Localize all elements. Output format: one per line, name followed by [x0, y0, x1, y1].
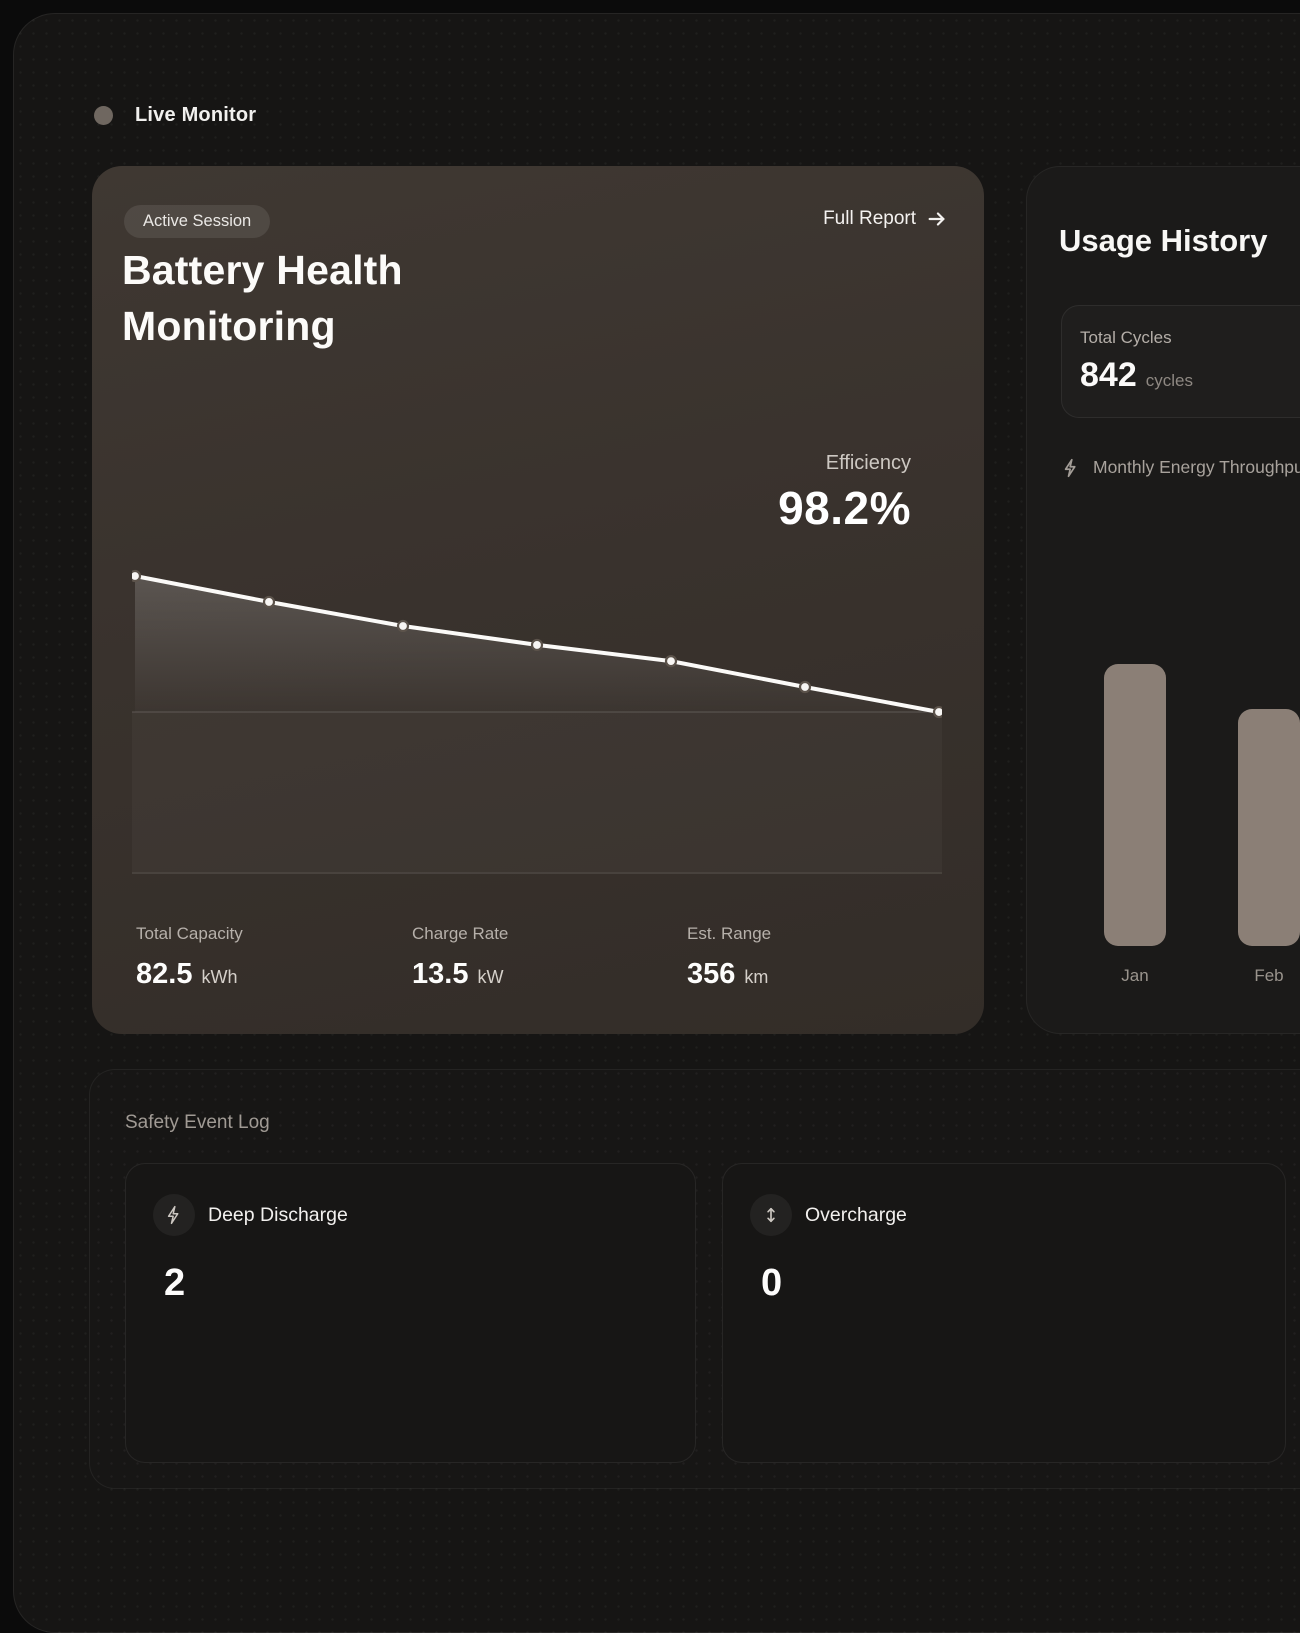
stat-total-capacity: Total Capacity 82.5 kWh	[136, 924, 243, 991]
full-report-label: Full Report	[823, 208, 916, 230]
event-label: Overcharge	[805, 1204, 907, 1227]
event-count: 0	[761, 1262, 782, 1305]
card-title-line2: Monitoring	[122, 298, 403, 354]
event-label: Deep Discharge	[208, 1204, 348, 1227]
event-card-deep-discharge: Deep Discharge 2	[125, 1163, 696, 1463]
total-cycles-unit: cycles	[1146, 371, 1193, 391]
stat-label: Est. Range	[687, 924, 771, 944]
bar-label: Jan	[1104, 966, 1166, 986]
stat-value: 356	[687, 958, 735, 991]
efficiency-value: 98.2%	[778, 481, 911, 535]
lightning-icon	[1061, 458, 1081, 478]
efficiency-metric: Efficiency 98.2%	[778, 452, 911, 535]
usage-history-title: Usage History	[1059, 223, 1267, 259]
usage-history-panel: Usage History Total Cycles 842 cycles Mo…	[1026, 166, 1300, 1034]
arrow-right-icon	[926, 208, 948, 230]
efficiency-label: Efficiency	[778, 452, 911, 475]
bar-jan: Jan	[1104, 664, 1166, 946]
card-title-line1: Battery Health	[122, 242, 403, 298]
stat-unit: kWh	[201, 967, 237, 988]
stat-est-range: Est. Range 356 km	[687, 924, 771, 991]
event-card-overcharge: Overcharge 0	[722, 1163, 1286, 1463]
efficiency-line-chart	[132, 569, 942, 874]
safety-event-log-title: Safety Event Log	[125, 1112, 270, 1134]
bar-rect	[1238, 709, 1300, 946]
total-cycles-value: 842	[1080, 356, 1137, 395]
throughput-label: Monthly Energy Throughput	[1093, 457, 1300, 478]
bar-rect	[1104, 664, 1166, 946]
battery-health-card: Active Session Full Report Battery Healt…	[92, 166, 984, 1034]
event-icon-circle	[750, 1194, 792, 1236]
active-session-badge: Active Session	[124, 205, 270, 238]
safety-event-log-section: Safety Event Log Deep Discharge 2 Overch…	[89, 1069, 1300, 1489]
bar-label: Feb	[1238, 966, 1300, 986]
event-icon-circle	[153, 1194, 195, 1236]
lightning-icon	[164, 1205, 184, 1225]
total-cycles-label: Total Cycles	[1080, 328, 1172, 348]
stat-charge-rate: Charge Rate 13.5 kW	[412, 924, 508, 991]
dashboard-panel: Live Monitor Active Session Full Report …	[13, 13, 1300, 1633]
stat-label: Charge Rate	[412, 924, 508, 944]
stat-value: 13.5	[412, 958, 468, 991]
bar-feb: Feb	[1238, 664, 1300, 946]
stat-value: 82.5	[136, 958, 192, 991]
arrows-vertical-icon	[761, 1205, 781, 1225]
card-title: Battery Health Monitoring	[122, 242, 403, 354]
event-count: 2	[164, 1262, 185, 1305]
stat-label: Total Capacity	[136, 924, 243, 944]
throughput-row: Monthly Energy Throughput	[1061, 457, 1300, 478]
status-dot-icon	[94, 106, 113, 125]
live-monitor-header: Live Monitor	[94, 104, 256, 127]
monthly-bar-chart: Jan Feb	[1104, 664, 1300, 946]
full-report-link[interactable]: Full Report	[823, 208, 948, 230]
live-monitor-label: Live Monitor	[135, 104, 256, 127]
stat-unit: km	[744, 967, 768, 988]
total-cycles-box: Total Cycles 842 cycles	[1061, 305, 1300, 418]
stat-unit: kW	[477, 967, 503, 988]
